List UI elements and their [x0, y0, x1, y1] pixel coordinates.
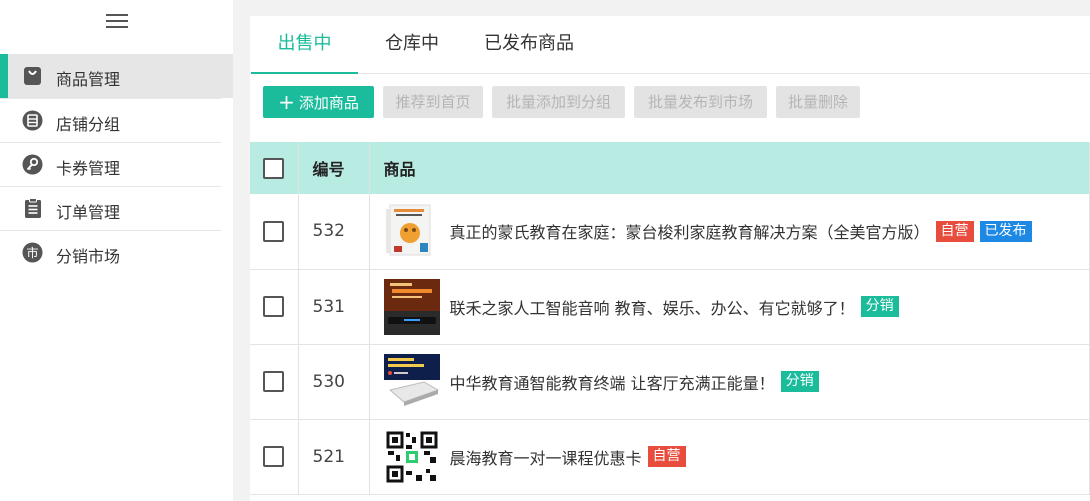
row-check-cell: [250, 419, 299, 494]
table-row: 532 真正的蒙氏教育在家庭：蒙台梭利家庭教育解决方案（全美官方版） 自营 已发…: [250, 194, 1090, 269]
row-check-cell: [250, 194, 299, 269]
toolbar: + 添加商品 推荐到首页 批量添加到分组 批量发布到市场 批量删除: [250, 74, 1090, 140]
product-name[interactable]: 真正的蒙氏教育在家庭：蒙台梭利家庭教育解决方案（全美官方版）: [450, 219, 930, 243]
select-all-checkbox[interactable]: [263, 157, 285, 179]
sidebar-nav: 商品管理 店铺分组 卡券管理 订单管理 市 分销市场: [0, 54, 233, 274]
sidebar-item-distribution-market[interactable]: 市 分销市场: [0, 230, 221, 274]
sidebar-item-label: 店铺分组: [56, 115, 121, 134]
row-checkbox[interactable]: [263, 296, 285, 317]
product-cell: 晨海教育一对一课程优惠卡 自营: [369, 419, 1090, 494]
product-id: 532: [298, 194, 370, 269]
row-checkbox[interactable]: [263, 371, 285, 392]
recommend-homepage-button[interactable]: 推荐到首页: [383, 86, 483, 118]
svg-text:市: 市: [26, 245, 38, 260]
sidebar-item-product-management[interactable]: 商品管理: [0, 54, 233, 98]
distribution-tag: 分销: [780, 371, 819, 392]
select-all-cell: [250, 142, 299, 194]
table-header-row: 编号 商品: [250, 142, 1090, 194]
product-id: 521: [298, 419, 370, 494]
header-id: 编号: [298, 142, 370, 194]
plus-icon: +: [278, 90, 295, 114]
market-circle-icon: 市: [22, 242, 43, 263]
header-product: 商品: [369, 142, 1090, 194]
self-operated-tag: 自营: [647, 446, 686, 467]
clipboard-icon: [22, 198, 43, 219]
add-product-label: 添加商品: [298, 94, 359, 112]
product-name[interactable]: 联禾之家人工智能音响 教育、娱乐、办公、有它就够了！: [450, 295, 855, 319]
sidebar-item-order-management[interactable]: 订单管理: [0, 186, 221, 230]
table-row: 531 联禾之家人工智能音响 教育、娱乐、办公、有它就够了！ 分销: [250, 269, 1090, 344]
tab-warehouse[interactable]: 仓库中: [372, 16, 452, 74]
product-table: 编号 商品 532 真正的蒙氏教育在家庭：蒙台梭利家庭教育解决方案（全美官方版）…: [250, 142, 1090, 495]
book-cover-image[interactable]: [383, 203, 440, 260]
self-operated-tag: 自营: [935, 220, 974, 242]
tab-on-sale[interactable]: 出售中: [251, 16, 358, 74]
table-row: 530 中华教育通智能教育终端 让客厅充满正能量！ 分销: [250, 344, 1090, 419]
published-tag: 已发布: [979, 220, 1032, 242]
product-id: 531: [298, 269, 370, 344]
product-name[interactable]: 晨海教育一对一课程优惠卡: [450, 445, 642, 469]
distribution-tag: 分销: [860, 296, 899, 317]
sidebar-item-label: 商品管理: [56, 70, 121, 89]
bag-icon: [22, 65, 43, 86]
sidebar-item-label: 分销市场: [56, 247, 121, 266]
product-id: 530: [298, 344, 370, 419]
add-product-button[interactable]: + 添加商品: [263, 86, 374, 118]
main-panel: 出售中 仓库中 已发布商品 + 添加商品 推荐到首页 批量添加到分组 批量发布到市…: [250, 16, 1090, 501]
menu-icon[interactable]: [106, 14, 128, 30]
tab-published[interactable]: 已发布商品: [474, 16, 584, 74]
product-name[interactable]: 中华教育通智能教育终端 让客厅充满正能量！: [450, 370, 775, 394]
table-row: 521 晨海教育一对一课程优惠卡 自营: [250, 419, 1090, 494]
sidebar-item-label: 订单管理: [56, 203, 121, 222]
product-cell: 联禾之家人工智能音响 教育、娱乐、办公、有它就够了！ 分销: [369, 269, 1090, 344]
product-cell: 中华教育通智能教育终端 让客厅充满正能量！ 分销: [369, 344, 1090, 419]
product-cell: 真正的蒙氏教育在家庭：蒙台梭利家庭教育解决方案（全美官方版） 自营 已发布: [369, 194, 1090, 269]
row-checkbox[interactable]: [263, 446, 285, 467]
sidebar-item-label: 卡券管理: [56, 159, 121, 178]
tv-box-image[interactable]: [383, 353, 440, 410]
sidebar-item-store-groups[interactable]: 店铺分组: [0, 98, 221, 142]
qr-code-image[interactable]: [383, 428, 440, 485]
sidebar: 商品管理 店铺分组 卡券管理 订单管理 市 分销市场: [0, 0, 233, 501]
row-check-cell: [250, 344, 299, 419]
row-check-cell: [250, 269, 299, 344]
row-checkbox[interactable]: [263, 220, 285, 242]
smart-speaker-image[interactable]: [383, 278, 440, 335]
tab-bar: 出售中 仓库中 已发布商品: [250, 16, 1090, 74]
batch-publish-market-button[interactable]: 批量发布到市场: [634, 86, 767, 118]
sidebar-item-coupon-management[interactable]: 卡券管理: [0, 142, 221, 186]
batch-delete-button[interactable]: 批量删除: [776, 86, 860, 118]
key-circle-icon: [22, 154, 43, 175]
list-circle-icon: [22, 110, 43, 131]
batch-add-group-button[interactable]: 批量添加到分组: [492, 86, 625, 118]
